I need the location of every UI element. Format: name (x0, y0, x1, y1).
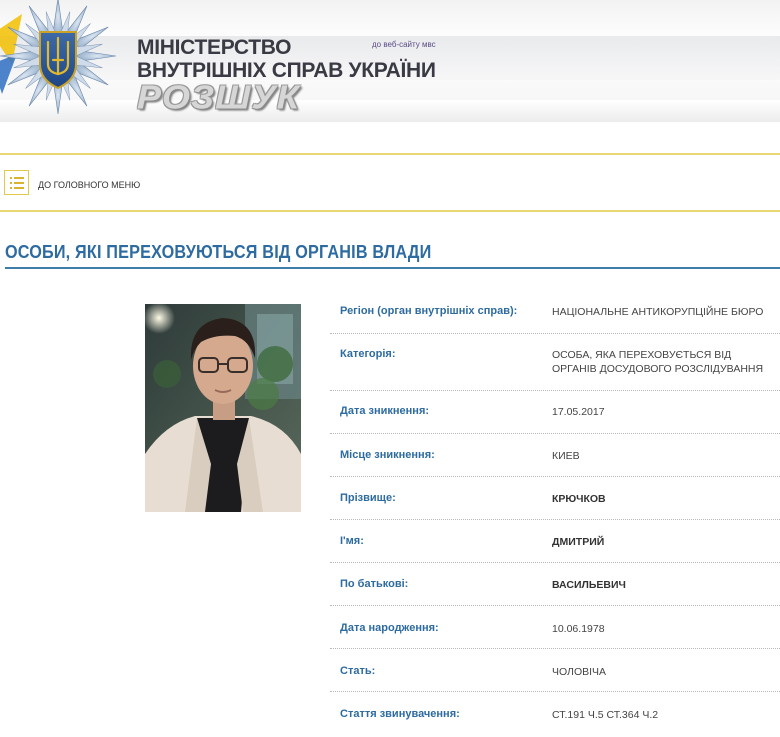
detail-value: ДМИТРИЙ (552, 536, 605, 548)
detail-row-disappearance-date: Дата зникнення: 17.05.2017 (330, 390, 780, 434)
detail-row-first-name: І'мя: ДМИТРИЙ (330, 519, 780, 563)
detail-value: КРЮЧКОВ (552, 493, 606, 505)
detail-value: НАЦІОНАЛЬНЕ АНТИКОРУПЦІЙНЕ БЮРО (552, 306, 764, 318)
detail-row-birth-date: Дата народження: 10.06.1978 (330, 605, 780, 649)
detail-value: 10.06.1978 (552, 623, 605, 635)
page-title: ОСОБИ, ЯКІ ПЕРЕХОВУЮТЬСЯ ВІД ОРГАНІВ ВЛА… (5, 242, 432, 262)
section-logo-text: РОЗШУК (137, 78, 300, 116)
detail-row-charge-article: Стаття звинувачення: СТ.191 Ч.5 СТ.364 Ч… (330, 691, 780, 735)
detail-value: ВАСИЛЬЕВИЧ (552, 579, 626, 591)
site-header: МІНІСТЕРСТВО ВНУТРІШНІХ СПРАВ УКРАЇНИ РО… (0, 0, 780, 122)
detail-row-disappearance-place: Місце зникнення: КИЕВ (330, 433, 780, 477)
detail-value: 17.05.2017 (552, 406, 605, 418)
page-title-underline (5, 267, 780, 269)
detail-row-patronymic: По батькові: ВАСИЛЬЕВИЧ (330, 562, 780, 606)
detail-row-sex: Стать: ЧОЛОВІЧА (330, 648, 780, 692)
mvs-website-link[interactable]: до веб-сайту мвс (372, 40, 436, 49)
detail-label: Стать: (340, 665, 376, 677)
detail-value: КИЕВ (552, 450, 580, 462)
detail-value: СТ.191 Ч.5 СТ.364 Ч.2 (552, 709, 659, 721)
main-menu-link[interactable]: ДО ГОЛОВНОГО МЕНЮ (38, 180, 140, 190)
detail-label: Регіон (орган внутрішніх справ): (340, 305, 518, 317)
police-star-trident-icon (0, 0, 117, 115)
detail-label: Стаття звинувачення: (340, 708, 460, 720)
detail-row-surname: Прізвище: КРЮЧКОВ (330, 476, 780, 520)
divider-top (0, 153, 780, 155)
divider-bottom (0, 210, 780, 212)
detail-row-category: Категорія: ОСОБА, ЯКА ПЕРЕХОВУЄТЬСЯ ВІД … (330, 333, 780, 391)
detail-value: ОСОБА, ЯКА ПЕРЕХОВУЄТЬСЯ ВІД ОРГАНІВ ДОС… (552, 349, 764, 375)
detail-value: ЧОЛОВІЧА (552, 666, 607, 678)
detail-label: І'мя: (340, 535, 364, 547)
main-menu-button[interactable] (4, 170, 29, 195)
detail-label: Прізвище: (340, 492, 396, 504)
detail-label: Категорія: (340, 348, 396, 360)
detail-label: Місце зникнення: (340, 449, 435, 461)
detail-label: Дата зникнення: (340, 405, 430, 417)
detail-label: Дата народження: (340, 622, 439, 634)
detail-row-region: Регіон (орган внутрішніх справ): НАЦІОНА… (330, 292, 780, 334)
list-icon (10, 177, 24, 189)
person-photo (145, 304, 301, 512)
detail-label: По батькові: (340, 578, 409, 590)
